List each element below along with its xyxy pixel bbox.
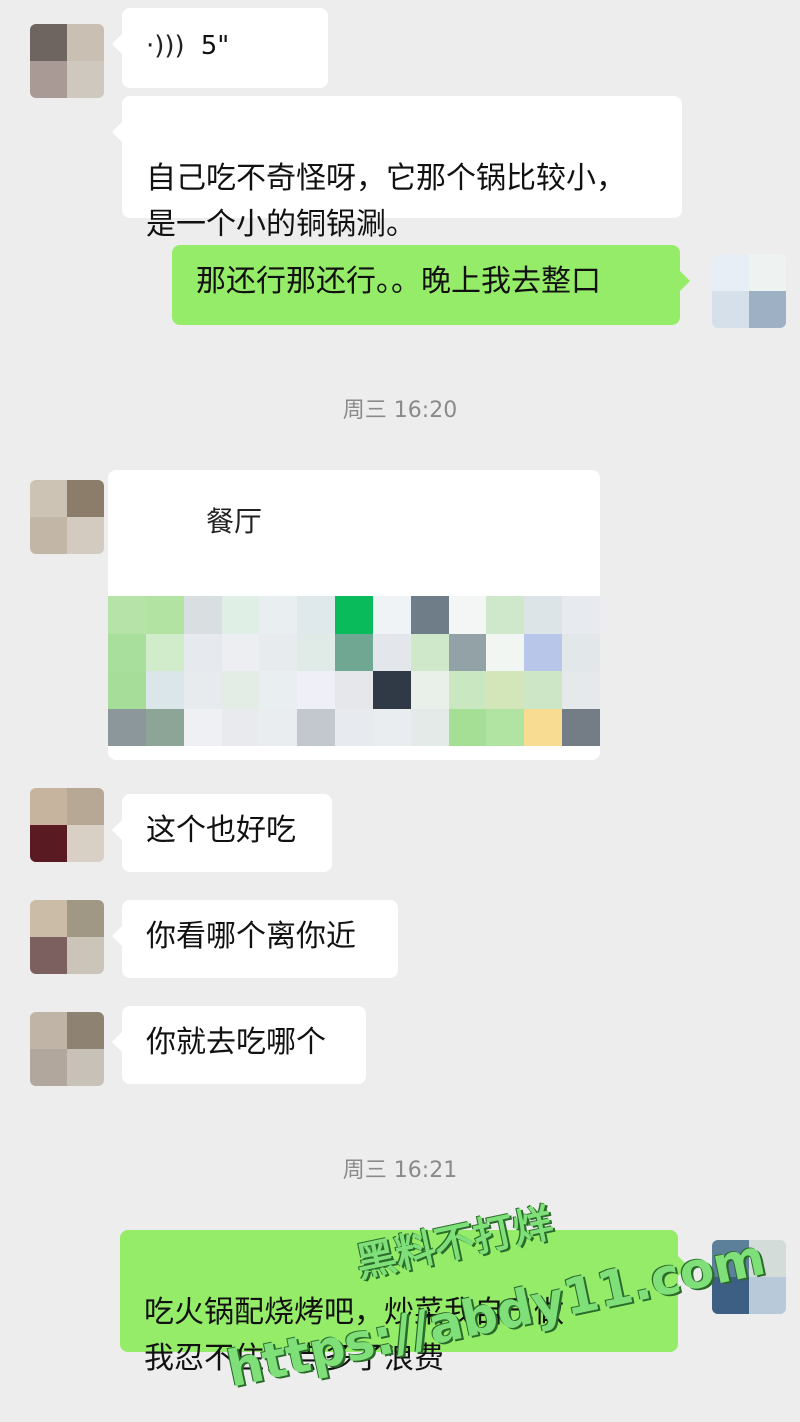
map-thumbnail xyxy=(108,596,600,746)
message-bubble[interactable]: 你就去吃哪个 xyxy=(112,1006,366,1084)
message-text: 你看哪个离你近 xyxy=(146,919,356,954)
voice-message[interactable]: ·))) 5" xyxy=(112,8,328,88)
message-text: 那还行那还行。。晚上我去整口 xyxy=(196,264,601,299)
avatar[interactable] xyxy=(30,480,104,554)
timestamp: 周三 16:21 xyxy=(342,1158,458,1183)
shared-location-card[interactable]: 餐厅 xyxy=(108,470,600,760)
message-bubble[interactable]: 自己吃不奇怪呀，它那个锅比较小， 是一个小的铜锅涮。 xyxy=(112,96,682,242)
card-title: 餐厅 xyxy=(206,505,263,538)
avatar[interactable] xyxy=(30,788,104,862)
my-avatar[interactable] xyxy=(712,254,786,328)
avatar[interactable] xyxy=(30,900,104,974)
message-text: 自己吃不奇怪呀，它那个锅比较小， 是一个小的铜锅涮。 xyxy=(146,161,626,242)
message-bubble-outgoing[interactable]: 那还行那还行。。晚上我去整口 xyxy=(172,245,690,325)
voice-wave-icon: ·))) xyxy=(146,31,185,61)
message-bubble[interactable]: 你看哪个离你近 xyxy=(112,900,398,978)
avatar[interactable] xyxy=(30,24,104,98)
avatar[interactable] xyxy=(30,1012,104,1086)
message-text: 这个也好吃 xyxy=(146,813,296,848)
message-text: 你就去吃哪个 xyxy=(146,1025,326,1060)
voice-duration: 5" xyxy=(200,31,230,61)
timestamp: 周三 16:20 xyxy=(342,398,458,423)
message-bubble[interactable]: 这个也好吃 xyxy=(112,794,332,872)
